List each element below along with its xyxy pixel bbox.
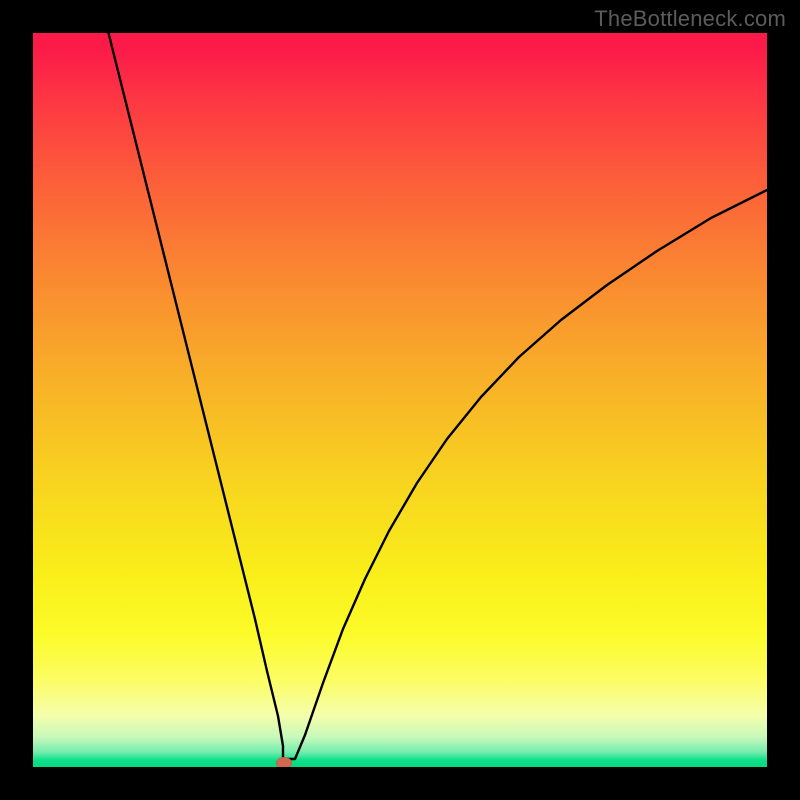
watermark-text: TheBottleneck.com (594, 6, 786, 32)
plot-area (33, 33, 767, 767)
vertex-marker (276, 757, 292, 767)
chart-stage: TheBottleneck.com (0, 0, 800, 800)
curve-layer (33, 33, 767, 767)
bottleneck-curve (106, 33, 767, 759)
